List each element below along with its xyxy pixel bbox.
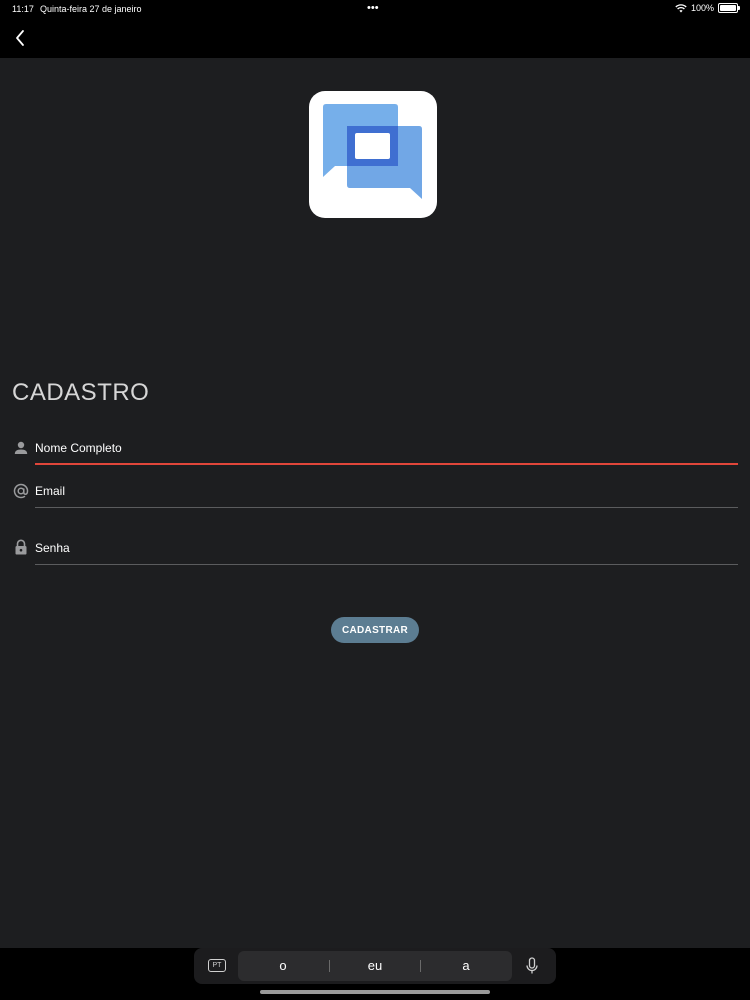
status-date: Quinta-feira 27 de janeiro — [40, 4, 142, 14]
register-button[interactable]: CADASTRAR — [331, 617, 419, 643]
password-field[interactable]: Senha — [0, 535, 750, 575]
app-logo — [309, 91, 437, 218]
email-field-underline — [35, 507, 738, 508]
multitasking-dots[interactable]: ••• — [367, 2, 379, 14]
battery-icon — [718, 3, 740, 13]
status-time: 11:17 — [12, 4, 34, 14]
home-indicator[interactable] — [260, 990, 490, 994]
keyboard-suggestion[interactable]: eu — [335, 958, 415, 973]
name-field-label: Nome Completo — [35, 441, 122, 455]
keyboard-language-button[interactable]: PT — [208, 959, 226, 972]
back-button[interactable] — [10, 28, 30, 48]
suggestion-divider — [420, 960, 421, 972]
chevron-left-icon — [16, 30, 24, 46]
battery-percent: 100% — [690, 3, 714, 13]
email-field[interactable]: Email — [0, 478, 750, 518]
status-right: 100% — [675, 3, 740, 13]
password-field-label: Senha — [35, 541, 70, 555]
suggestion-divider — [329, 960, 330, 972]
page-title: CADASTRO — [12, 379, 150, 406]
name-field[interactable]: Nome Completo — [0, 435, 750, 475]
wifi-icon — [675, 3, 687, 12]
password-field-underline — [35, 564, 738, 565]
chat-bubbles-logo-icon — [323, 104, 422, 199]
at-sign-icon — [13, 483, 29, 499]
status-bar: 11:17 Quinta-feira 27 de janeiro ••• 100… — [0, 0, 750, 18]
microphone-icon — [526, 957, 538, 974]
lock-icon — [15, 539, 27, 555]
keyboard-suggestion[interactable]: o — [243, 958, 323, 973]
person-icon — [14, 441, 28, 454]
email-field-label: Email — [35, 484, 66, 498]
dictation-button[interactable] — [525, 957, 539, 975]
name-field-underline — [35, 463, 738, 465]
keyboard-suggestion[interactable]: a — [426, 958, 506, 973]
